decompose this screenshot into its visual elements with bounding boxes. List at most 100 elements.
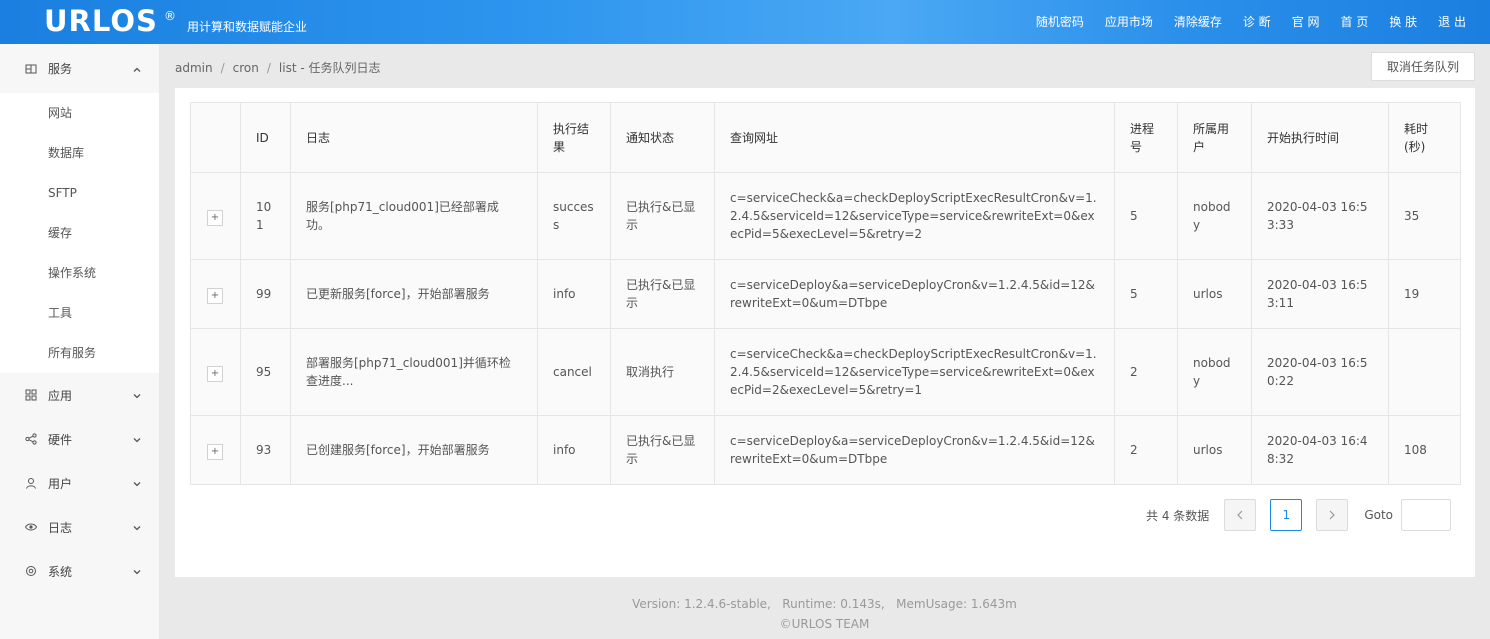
grid-box-icon [25, 63, 37, 75]
cell-result: info [537, 259, 611, 329]
top-header: URLOS ® 用计算和数据赋能企业 随机密码 应用市场 清除缓存 诊 断 官 … [0, 0, 1490, 44]
cell-cost [1388, 328, 1461, 416]
sidebar-sub-os[interactable]: 操作系统 [0, 253, 159, 293]
breadcrumb-cron[interactable]: cron [233, 61, 259, 75]
footer-version: Version: 1.2.4.6-stable, Runtime: 0.143s… [632, 597, 1017, 611]
sidebar: 服务 网站 数据库 SFTP 缓存 操作系统 工具 所有服务 应用 硬件 用户 … [0, 44, 159, 639]
apps-icon [25, 389, 37, 401]
page-1-button[interactable]: 1 [1270, 499, 1303, 531]
cell-id: 99 [240, 259, 291, 329]
prev-page-button[interactable] [1224, 499, 1257, 531]
cell-cost: 35 [1388, 172, 1461, 260]
breadcrumb-admin[interactable]: admin [175, 61, 213, 75]
breadcrumb-separator: / [266, 61, 271, 75]
cell-log: 已更新服务[force]，开始部署服务 [290, 259, 538, 329]
nav-random-password[interactable]: 随机密码 [1036, 13, 1084, 30]
cancel-queue-button[interactable]: 取消任务队列 [1371, 52, 1475, 81]
goto-page-input[interactable] [1401, 499, 1451, 531]
col-cost: 耗时(秒) [1388, 102, 1461, 173]
expand-row-button[interactable]: + [207, 365, 223, 382]
cell-start: 2020-04-03 16:53:33 [1251, 172, 1389, 260]
nav-home[interactable]: 首 页 [1341, 13, 1369, 30]
chevron-up-icon [132, 64, 142, 74]
table-row: + 99 已更新服务[force]，开始部署服务 info 已执行&已显示 c=… [190, 259, 1461, 329]
sidebar-item-user[interactable]: 用户 [0, 461, 159, 505]
service-submenu: 网站 数据库 SFTP 缓存 操作系统 工具 所有服务 [0, 93, 159, 373]
slogan: 用计算和数据赋能企业 [187, 20, 308, 34]
col-id: ID [240, 102, 291, 173]
cell-pid: 2 [1114, 415, 1178, 485]
nav-logout[interactable]: 退 出 [1438, 13, 1466, 30]
sidebar-item-label: 应用 [48, 388, 73, 403]
chevron-down-icon [132, 522, 142, 532]
cell-url: c=serviceCheck&a=checkDeployScriptExecRe… [714, 172, 1115, 260]
share-icon [25, 433, 37, 445]
sidebar-sub-database[interactable]: 数据库 [0, 133, 159, 173]
table-row: + 101 服务[php71_cloud001]已经部署成功。 success … [190, 172, 1461, 260]
cell-start: 2020-04-03 16:50:22 [1251, 328, 1389, 416]
col-url: 查询网址 [714, 102, 1115, 173]
nav-diagnose[interactable]: 诊 断 [1243, 13, 1271, 30]
next-page-button[interactable] [1316, 499, 1349, 531]
sidebar-sub-website[interactable]: 网站 [0, 93, 159, 133]
sidebar-sub-sftp[interactable]: SFTP [0, 173, 159, 213]
cell-cost: 108 [1388, 415, 1461, 485]
expand-row-button[interactable]: + [207, 443, 223, 460]
col-log: 日志 [290, 102, 538, 173]
registered-mark: ® [164, 9, 176, 23]
sidebar-item-service[interactable]: 服务 [0, 44, 159, 93]
sidebar-sub-cache[interactable]: 缓存 [0, 213, 159, 253]
cell-pid: 2 [1114, 328, 1178, 416]
cell-url: c=serviceCheck&a=checkDeployScriptExecRe… [714, 328, 1115, 416]
cell-result: cancel [537, 328, 611, 416]
expand-row-button[interactable]: + [207, 287, 223, 304]
queue-log-table: ID 日志 执行结果 通知状态 查询网址 进程号 所属用户 开始执行时间 耗时(… [190, 102, 1461, 485]
cell-url: c=serviceDeploy&a=serviceDeployCron&v=1.… [714, 415, 1115, 485]
table-row: + 93 已创建服务[force]，开始部署服务 info 已执行&已显示 c=… [190, 415, 1461, 485]
cell-url: c=serviceDeploy&a=serviceDeployCron&v=1.… [714, 259, 1115, 329]
cell-notify: 已执行&已显示 [610, 172, 715, 260]
sidebar-item-system[interactable]: 系统 [0, 549, 159, 593]
cell-notify: 已执行&已显示 [610, 415, 715, 485]
footer-copyright: ©URLOS TEAM [779, 617, 870, 631]
cell-user: nobody [1177, 172, 1252, 260]
sidebar-sub-all-services[interactable]: 所有服务 [0, 333, 159, 373]
cell-start: 2020-04-03 16:53:11 [1251, 259, 1389, 329]
sidebar-item-label: 硬件 [48, 432, 73, 447]
chevron-down-icon [132, 478, 142, 488]
cell-start: 2020-04-03 16:48:32 [1251, 415, 1389, 485]
logo[interactable]: URLOS [44, 4, 158, 38]
nav-clear-cache[interactable]: 清除缓存 [1174, 13, 1222, 30]
cell-id: 101 [240, 172, 291, 260]
breadcrumb: admin / cron / list - 任务队列日志 [175, 59, 381, 76]
chevron-down-icon [132, 566, 142, 576]
breadcrumb-list[interactable]: list [279, 61, 297, 75]
col-start: 开始执行时间 [1251, 102, 1389, 173]
nav-skin[interactable]: 换 肤 [1389, 13, 1417, 30]
chevron-down-icon [132, 390, 142, 400]
expand-cell: + [190, 415, 241, 485]
content-card: ID 日志 执行结果 通知状态 查询网址 进程号 所属用户 开始执行时间 耗时(… [175, 88, 1475, 577]
table-row: + 95 部署服务[php71_cloud001]并循环检查进度... canc… [190, 328, 1461, 416]
sidebar-item-app[interactable]: 应用 [0, 373, 159, 417]
expand-cell: + [190, 172, 241, 260]
breadcrumb-dash: - [296, 61, 309, 75]
col-result: 执行结果 [537, 102, 611, 173]
sidebar-item-hardware[interactable]: 硬件 [0, 417, 159, 461]
cell-result: info [537, 415, 611, 485]
eye-icon [25, 521, 37, 533]
chevron-left-icon [1237, 510, 1243, 520]
sidebar-item-label: 用户 [48, 476, 73, 491]
cell-notify: 取消执行 [610, 328, 715, 416]
sidebar-item-label: 日志 [48, 520, 73, 535]
nav-official-site[interactable]: 官 网 [1292, 13, 1320, 30]
sidebar-sub-tools[interactable]: 工具 [0, 293, 159, 333]
sidebar-item-log[interactable]: 日志 [0, 505, 159, 549]
nav-app-market[interactable]: 应用市场 [1105, 13, 1153, 30]
table-header-row: ID 日志 执行结果 通知状态 查询网址 进程号 所属用户 开始执行时间 耗时(… [190, 102, 1461, 173]
col-pid: 进程号 [1114, 102, 1178, 173]
cell-id: 93 [240, 415, 291, 485]
pagination-total: 共 4 条数据 [1146, 508, 1210, 523]
expand-row-button[interactable]: + [207, 209, 223, 226]
sidebar-item-label: 服务 [48, 62, 73, 76]
